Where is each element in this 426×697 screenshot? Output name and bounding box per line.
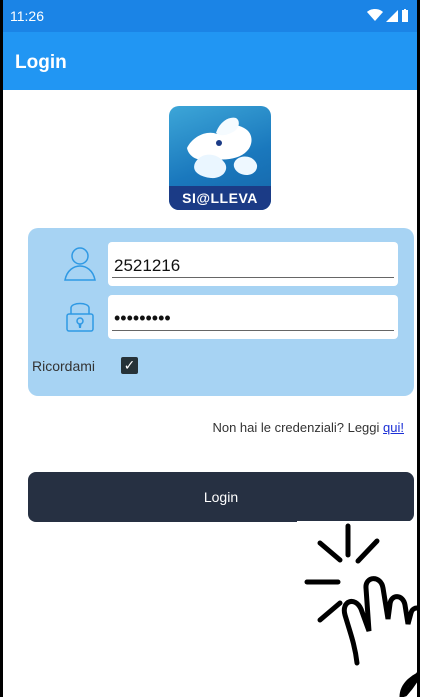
credentials-help-link[interactable]: qui! — [383, 420, 404, 435]
username-value[interactable]: 2521216 — [114, 256, 180, 276]
phone-screen: 11:26 Login SI@LLEVA 2521216 ••••••••• R… — [0, 0, 420, 697]
signal-icon — [386, 9, 398, 22]
login-panel: 2521216 ••••••••• Ricordami ✓ — [28, 228, 414, 396]
password-field[interactable]: ••••••••• — [108, 295, 398, 339]
battery-icon — [402, 9, 408, 22]
login-button[interactable]: Login — [28, 472, 414, 522]
field-underline — [112, 277, 394, 278]
page-title: Login — [15, 52, 67, 73]
username-field[interactable]: 2521216 — [108, 242, 398, 286]
tap-hand-overlay — [297, 521, 417, 697]
field-underline — [112, 330, 394, 331]
wifi-icon — [367, 9, 383, 21]
status-time: 11:26 — [10, 8, 44, 24]
credentials-help: Non hai le credenziali? Leggi qui! — [212, 420, 404, 435]
tap-gesture-icon — [304, 523, 417, 697]
lock-icon — [66, 302, 94, 332]
logo-wordmark: SI@LLEVA — [169, 186, 271, 210]
user-icon — [64, 247, 96, 281]
login-button-label: Login — [203, 489, 239, 505]
credentials-help-text: Non hai le credenziali? Leggi — [212, 420, 380, 435]
remember-me-label: Ricordami — [32, 358, 96, 374]
app-logo: SI@LLEVA — [169, 106, 271, 210]
animals-logo-icon — [187, 117, 258, 179]
status-icons — [367, 9, 409, 22]
password-value[interactable]: ••••••••• — [114, 308, 171, 329]
remember-me-checkbox[interactable]: ✓ — [121, 357, 138, 374]
status-bar: 11:26 — [3, 0, 417, 32]
app-bar: Login — [3, 32, 417, 90]
